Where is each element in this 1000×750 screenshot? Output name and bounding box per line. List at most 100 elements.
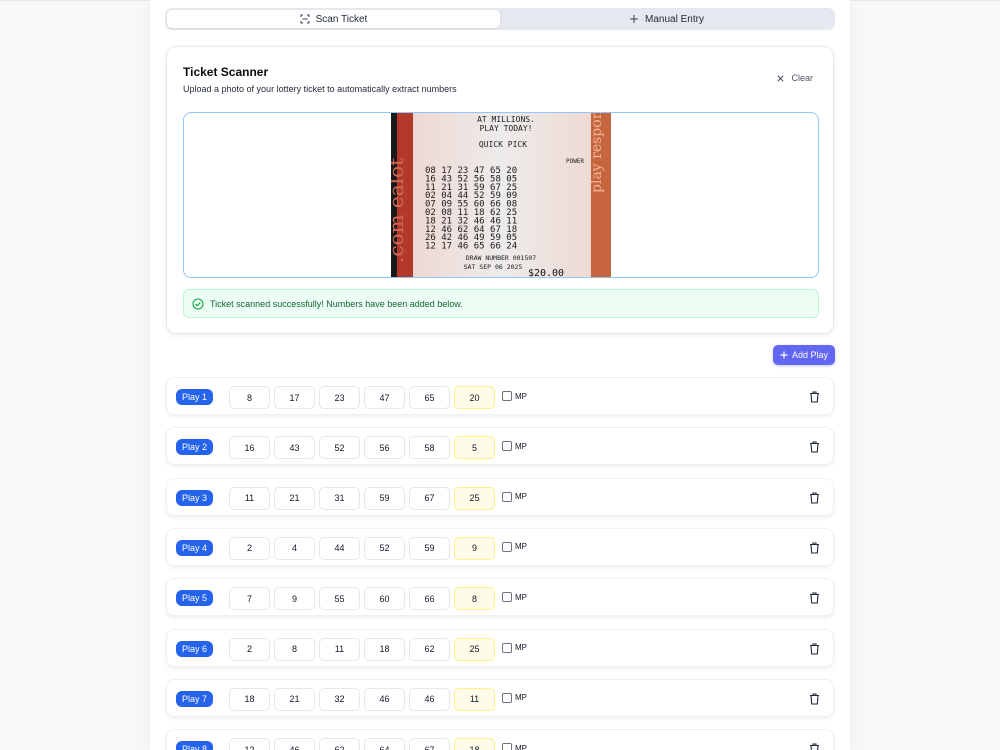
number-input[interactable]: 67 [409,738,450,750]
ticket-draw: DRAW NUMBER 001507 [466,254,537,262]
number-input[interactable]: 8 [274,637,315,661]
number-input[interactable]: 17 [274,386,315,409]
number-input[interactable]: 18 [364,637,405,661]
number-input[interactable]: 64 [364,738,405,750]
trash-icon[interactable] [809,542,820,554]
number-input[interactable]: 62 [319,738,360,750]
powerball-input[interactable]: 25 [454,637,495,661]
ticket-header1: AT MILLIONS. [477,115,535,124]
multiplier-toggle[interactable]: MP [502,592,527,603]
multiplier-checkbox[interactable] [502,491,512,502]
ticket-power-label: POWER [566,158,584,165]
number-input[interactable]: 23 [319,386,360,409]
number-input[interactable]: 7 [229,587,270,611]
number-input[interactable]: 44 [319,536,360,560]
number-input[interactable]: 4 [274,536,315,560]
powerball-input[interactable]: 25 [454,486,495,510]
number-input[interactable]: 59 [364,486,405,510]
ticket-side-right: play respon [589,113,605,193]
multiplier-toggle[interactable]: MP [502,642,527,653]
ticket-scanner-card: Ticket Scanner Upload a photo of your lo… [166,46,834,334]
multiplier-checkbox[interactable] [502,743,512,750]
number-input[interactable]: 21 [274,486,315,510]
trash-icon[interactable] [809,391,820,403]
clear-button[interactable]: Clear [776,73,813,83]
multiplier-checkbox[interactable] [502,592,512,603]
multiplier-checkbox[interactable] [502,441,512,452]
powerball-input[interactable]: 8 [454,587,495,611]
number-input[interactable]: 47 [364,386,405,409]
multiplier-toggle[interactable]: MP [502,541,527,552]
number-input[interactable]: 12 [229,738,270,750]
powerball-input[interactable]: 9 [454,536,495,560]
number-input[interactable]: 65 [409,386,450,409]
multiplier-checkbox[interactable] [502,391,512,401]
multiplier-toggle[interactable]: MP [502,491,527,502]
number-input[interactable]: 56 [364,436,405,460]
ticket-header2: PLAY TODAY! [480,124,533,133]
add-play-label: Add Play [791,350,829,360]
multiplier-toggle[interactable]: MP [502,441,527,452]
number-input[interactable]: 52 [364,536,405,560]
number-input[interactable]: 2 [229,536,270,560]
tab-manual-entry[interactable]: Manual Entry [500,10,833,28]
number-input[interactable]: 2 [229,637,270,661]
number-input[interactable]: 9 [274,587,315,611]
number-input[interactable]: 11 [229,486,270,510]
powerball-input[interactable]: 11 [454,687,495,711]
ticket-date: SAT SEP 06 2025 [464,263,523,271]
number-input[interactable]: 18 [229,687,270,711]
number-input[interactable]: 11 [319,637,360,661]
ticket-number-rows: 08 17 23 47 65 2016 43 52 56 58 0511 21 … [425,166,517,252]
multiplier-label: MP [515,592,527,602]
powerball-input[interactable]: 5 [454,436,495,460]
multiplier-checkbox[interactable] [502,642,512,653]
multiplier-toggle[interactable]: MP [502,743,527,750]
number-input[interactable]: 43 [274,436,315,460]
trash-icon[interactable] [809,592,820,604]
multiplier-checkbox[interactable] [502,692,512,703]
number-input[interactable]: 62 [409,637,450,661]
number-input[interactable]: 21 [274,687,315,711]
ticket-image-preview[interactable]: .com ealot play respon AT MILLIONS. PLAY… [183,112,819,278]
trash-icon[interactable] [809,441,820,453]
number-input[interactable]: 55 [319,587,360,611]
number-input[interactable]: 16 [229,436,270,460]
ticket-price: $20.00 [528,268,564,278]
multiplier-toggle[interactable]: MP [502,692,527,703]
number-input[interactable]: 58 [409,436,450,460]
multiplier-toggle[interactable]: MP [502,391,527,401]
number-input[interactable]: 46 [409,687,450,711]
powerball-input[interactable]: 20 [454,386,495,409]
number-input[interactable]: 31 [319,486,360,510]
number-input[interactable]: 52 [319,436,360,460]
close-icon [777,74,785,82]
clear-label: Clear [791,73,813,83]
scan-success-alert: Ticket scanned successfully! Numbers hav… [183,289,819,318]
number-input[interactable]: 8 [229,386,270,409]
number-input[interactable]: 46 [364,687,405,711]
number-input[interactable]: 60 [364,587,405,611]
powerball-input[interactable]: 18 [454,738,495,750]
play-row: Play 4 2 4 44 52 59 9 MP [166,527,834,566]
trash-icon[interactable] [809,743,820,750]
trash-icon[interactable] [809,492,820,504]
multiplier-label: MP [515,693,527,703]
number-input[interactable]: 67 [409,486,450,510]
play-label-badge: Play 2 [176,439,214,456]
add-play-button[interactable]: Add Play [773,345,835,365]
number-input[interactable]: 66 [409,587,450,611]
number-input[interactable]: 46 [274,738,315,750]
play-row: Play 3 11 21 31 59 67 25 MP [166,477,834,516]
number-input[interactable]: 32 [319,687,360,711]
trash-icon[interactable] [809,642,820,655]
play-label-badge: Play 8 [176,741,214,750]
scan-icon [300,14,310,24]
multiplier-checkbox[interactable] [502,541,512,552]
trash-icon[interactable] [809,693,820,705]
play-label-badge: Play 7 [176,690,214,707]
play-row: Play 6 2 8 11 18 62 25 MP [166,628,834,667]
scanner-subtitle: Upload a photo of your lottery ticket to… [183,84,457,94]
number-input[interactable]: 59 [409,536,450,560]
tab-scan-ticket[interactable]: Scan Ticket [167,10,500,28]
